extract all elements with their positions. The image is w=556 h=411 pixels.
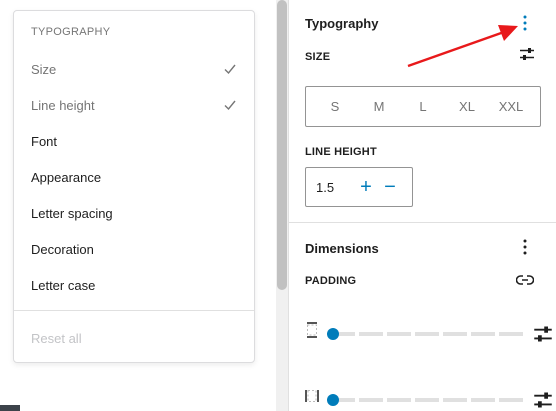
line-height-control: 1.5 + −: [305, 167, 413, 207]
line-height-label: LINE HEIGHT: [305, 146, 377, 158]
settings-sidebar: Typography SIZE S M L XL XXL LINE HEIGHT…: [288, 0, 556, 411]
padding-horizontal-slider-row: [305, 388, 552, 411]
editor-canvas: TYPOGRAPHY Size Line height Font Appeara…: [0, 0, 276, 411]
typography-options-kebab-icon[interactable]: [515, 13, 535, 33]
padding-slider-track[interactable]: [331, 332, 523, 336]
size-label: SIZE: [305, 51, 331, 63]
decrement-button[interactable]: −: [378, 175, 402, 199]
menu-item-appearance[interactable]: Appearance: [14, 159, 254, 195]
line-height-input[interactable]: 1.5: [316, 180, 354, 195]
padding-top-bottom-icon: [307, 322, 317, 338]
padding-vertical-slider-row: [305, 322, 552, 346]
size-option-xxl[interactable]: XXL: [490, 99, 532, 114]
padding-slider-thumb[interactable]: [327, 328, 339, 340]
menu-divider: [14, 310, 254, 311]
menu-item-label: Size: [31, 61, 57, 77]
scrollbar-thumb[interactable]: [277, 0, 287, 290]
size-settings-sliders-icon[interactable]: [517, 44, 537, 64]
padding-left-right-icon: [305, 390, 319, 402]
menu-item-line-height[interactable]: Line height: [14, 87, 254, 123]
menu-item-letter-spacing[interactable]: Letter spacing: [14, 195, 254, 231]
panel-divider: [289, 222, 556, 223]
checkmark-icon: [224, 100, 236, 111]
dimensions-panel-title: Dimensions: [305, 241, 379, 256]
size-option-m[interactable]: M: [358, 99, 400, 114]
font-size-toggle-group: S M L XL XXL: [305, 86, 541, 127]
size-option-l[interactable]: L: [402, 99, 444, 114]
menu-item-label: Letter case: [31, 277, 96, 293]
canvas-edge-block: [0, 405, 20, 411]
dimensions-options-kebab-icon[interactable]: [515, 237, 535, 257]
increment-button[interactable]: +: [354, 175, 378, 199]
menu-item-label: Appearance: [31, 169, 102, 185]
menu-item-decoration[interactable]: Decoration: [14, 231, 254, 267]
menu-item-label: Letter spacing: [31, 205, 113, 221]
link-sides-icon[interactable]: [515, 270, 535, 290]
padding-sliders-icon[interactable]: [533, 324, 553, 344]
checkmark-icon: [224, 64, 236, 75]
typography-panel-title: Typography: [305, 16, 379, 31]
menu-item-label: Font: [31, 133, 58, 149]
menu-item-size[interactable]: Size: [14, 51, 254, 87]
padding-slider-track[interactable]: [331, 398, 523, 402]
menu-item-letter-case[interactable]: Letter case: [14, 267, 254, 303]
size-option-xl[interactable]: XL: [446, 99, 488, 114]
padding-slider-thumb[interactable]: [327, 394, 339, 406]
reset-all-button[interactable]: Reset all: [31, 331, 82, 346]
size-option-s[interactable]: S: [314, 99, 356, 114]
typography-options-menu: TYPOGRAPHY Size Line height Font Appeara…: [13, 10, 255, 363]
padding-label: PADDING: [305, 275, 357, 287]
padding-sliders-icon[interactable]: [533, 390, 553, 410]
menu-item-font[interactable]: Font: [14, 123, 254, 159]
menu-item-label: Line height: [31, 97, 95, 113]
menu-item-label: Decoration: [31, 241, 94, 257]
menu-heading: TYPOGRAPHY: [31, 26, 111, 38]
